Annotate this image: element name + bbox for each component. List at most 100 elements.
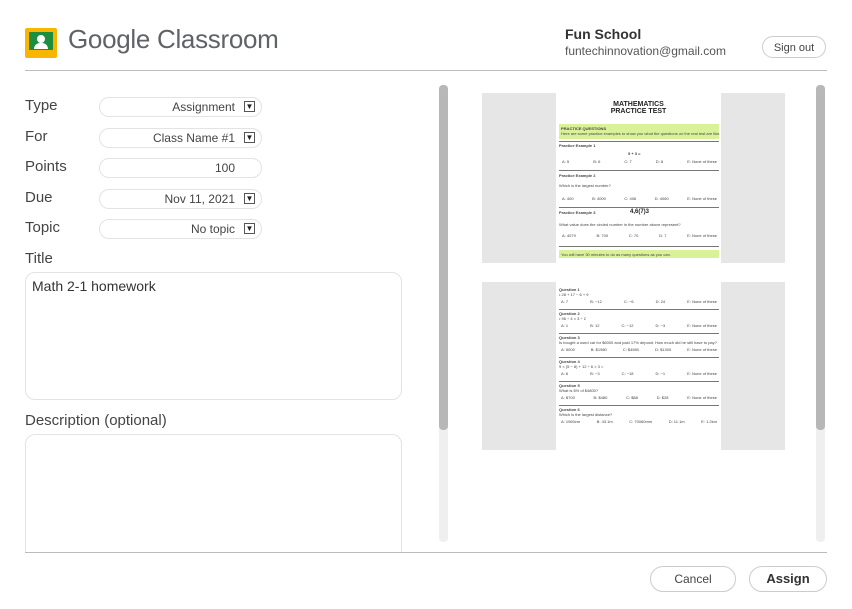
- question-text: Is bought a used car for $6000 and paid …: [559, 340, 717, 345]
- assign-button[interactable]: Assign: [749, 566, 827, 592]
- class-select[interactable]: Class Name #1 ▼: [99, 128, 262, 148]
- description-label: Description (optional): [25, 412, 167, 429]
- google-classroom-logo: [25, 28, 57, 58]
- preview-question: Question 5 What is 6% of $4800? A: $700 …: [559, 382, 719, 406]
- preview-page-2: Question 1 • 28 + 17 − 6 + 9 A: 7 B: −12…: [482, 282, 785, 450]
- preview-ex2-options: A: 400 B: 4000 C: 406 D: 4060 E: None of…: [562, 196, 717, 201]
- option: E: None of these: [687, 159, 717, 164]
- logo-person-head: [37, 35, 45, 43]
- type-value: Assignment: [172, 100, 235, 114]
- option: C: $4980: [622, 347, 639, 352]
- option: D: 8: [655, 159, 664, 164]
- option: B: 43.1m: [596, 419, 613, 424]
- question-options: A: 7 B: −12 C: −6 D: 24 E: None of these: [559, 297, 719, 304]
- option: E: None of these: [687, 299, 717, 304]
- option: A: $700: [561, 395, 575, 400]
- preview-heading-line2: PRACTICE TEST: [610, 108, 667, 115]
- type-label: Type: [25, 97, 58, 114]
- option: C: 70060mm: [629, 419, 653, 424]
- preview-scrollbar[interactable]: [816, 85, 825, 542]
- option: C: $88: [626, 395, 638, 400]
- chevron-down-icon[interactable]: ▼: [244, 223, 255, 234]
- preview-question: Question 2 • 96 ÷ 4 × 3 ÷ 2 A: 1 B: 12 C…: [559, 310, 719, 334]
- topic-label: Topic: [25, 219, 61, 236]
- preview-page-1: MATHEMATICS PRACTICE TEST PRACTICE QUEST…: [482, 93, 785, 263]
- brand-classroom: Classroom: [150, 24, 279, 54]
- preview-intro-text: Here are some practice examples to show …: [561, 131, 721, 136]
- option: A: 6: [561, 371, 569, 376]
- preview-ex3-title: Practice Example 3: [559, 210, 596, 215]
- preview-ex2-question: Which is the largest number?: [559, 183, 611, 188]
- preview-intro-box: PRACTICE QUESTIONS Here are some practic…: [559, 124, 721, 139]
- topic-select[interactable]: No topic ▼: [99, 219, 262, 239]
- points-value: 100: [214, 161, 235, 175]
- question-options: A: 1960cm B: 43.1m C: 70060mm D: 11.1m E…: [559, 417, 719, 424]
- option: C: 70: [628, 233, 639, 238]
- preview-ex3-options: A: 4079 B: 700 C: 70 D: 7 E: None of the…: [562, 233, 717, 238]
- account-email: funtechinnovation@gmail.com: [565, 44, 726, 58]
- due-label: Due: [25, 189, 53, 206]
- option: A: 5: [562, 159, 570, 164]
- form-scrollbar-thumb[interactable]: [439, 85, 448, 430]
- option: A: 1960cm: [561, 419, 581, 424]
- option: E: None of these: [687, 233, 717, 238]
- points-input[interactable]: 100: [99, 158, 262, 178]
- option: D: 24: [655, 299, 666, 304]
- preview-ex1-expression: 5 + 3 =: [628, 151, 641, 156]
- sign-out-button[interactable]: Sign out: [762, 36, 826, 58]
- divider: [559, 141, 719, 142]
- option: B: $1980: [590, 347, 607, 352]
- chevron-down-icon[interactable]: ▼: [244, 132, 255, 143]
- option: C: 406: [624, 196, 637, 201]
- preview-footer-note: You will have 30 minutes to do as many q…: [561, 252, 671, 257]
- preview-heading: MATHEMATICS PRACTICE TEST: [556, 101, 721, 115]
- chevron-down-icon[interactable]: ▼: [244, 101, 255, 112]
- for-label: For: [25, 128, 48, 145]
- option: D: $1300: [654, 347, 672, 352]
- preview-ex1-options: A: 5 B: 6 C: 7 D: 8 E: None of these: [562, 159, 717, 164]
- option: B: 700: [596, 233, 609, 238]
- form-scrollbar[interactable]: [439, 85, 448, 542]
- preview-question-list: Question 1 • 28 + 17 − 6 + 9 A: 7 B: −12…: [559, 286, 719, 429]
- preview-question: Question 6 Which is the largest distance…: [559, 406, 719, 429]
- header-divider: [25, 70, 827, 71]
- option: B: 12: [590, 323, 600, 328]
- preview-question: Question 4 9 × (5 − 8) + 12 ÷ 6 × 3 = A:…: [559, 358, 719, 382]
- question-options: A: 1 B: 12 C: −12 D: −3 E: None of these: [559, 321, 719, 328]
- option: A: 7: [561, 299, 569, 304]
- option: E: None of these: [687, 323, 717, 328]
- divider: [559, 170, 719, 171]
- preview-ex3-question: What value does the circled number in th…: [559, 222, 681, 227]
- option: D: 4060: [654, 196, 669, 201]
- option: D: 7: [659, 233, 667, 238]
- option: D: −1: [655, 371, 666, 376]
- type-select[interactable]: Assignment ▼: [99, 97, 262, 117]
- footer-divider: [25, 552, 827, 553]
- preview-heading-line1: MATHEMATICS: [613, 101, 664, 108]
- option: C: −18: [621, 371, 634, 376]
- topic-value: No topic: [190, 222, 235, 236]
- description-textarea[interactable]: [25, 434, 402, 552]
- chevron-down-icon[interactable]: ▼: [244, 193, 255, 204]
- option: D: −3: [655, 323, 666, 328]
- title-label: Title: [25, 250, 53, 267]
- option: B: 4000: [592, 196, 606, 201]
- points-label: Points: [25, 158, 67, 175]
- title-textarea[interactable]: Math 2-1 homework: [25, 272, 402, 400]
- option: D: 11.1m: [668, 419, 685, 424]
- description-value: [26, 435, 401, 445]
- question-options: A: 6 B: −3 C: −18 D: −1 E: None of these: [559, 369, 719, 376]
- option: C: −12: [621, 323, 634, 328]
- option: A: 4079: [562, 233, 576, 238]
- option: E: None of these: [687, 347, 717, 352]
- preview-footer-box: You will have 30 minutes to do as many q…: [559, 250, 719, 258]
- cancel-button[interactable]: Cancel: [650, 566, 736, 592]
- preview-ex2-title: Practice Example 2: [559, 173, 596, 178]
- option: E: None of these: [687, 196, 717, 201]
- due-date-select[interactable]: Nov 11, 2021 ▼: [99, 189, 262, 209]
- option: E: None of these: [687, 371, 717, 376]
- preview-scrollbar-thumb[interactable]: [816, 85, 825, 430]
- option: D: $28: [656, 395, 669, 400]
- option: A: 400: [562, 196, 574, 201]
- title-value: Math 2-1 homework: [32, 278, 156, 294]
